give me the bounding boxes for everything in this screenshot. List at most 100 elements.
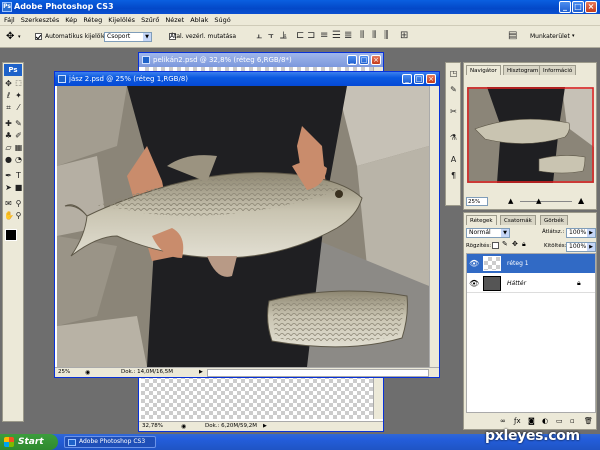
navigator-zoom-field[interactable]: 25% [466, 197, 488, 206]
menu-help[interactable]: Súgó [214, 16, 230, 24]
fill-field[interactable]: 100% ▶ [566, 242, 596, 252]
align-middle-icon[interactable]: ⫟ [268, 30, 274, 41]
zoom-out-icon[interactable]: ▲ [508, 197, 513, 205]
menu-edit[interactable]: Szerkesztés [21, 16, 59, 24]
status-menu-icon[interactable]: ◉ [85, 368, 90, 377]
horizontal-scrollbar[interactable] [207, 369, 429, 377]
shape-tool-icon[interactable]: ■ [14, 183, 23, 192]
vertical-scrollbar[interactable] [429, 86, 439, 367]
trash-icon[interactable]: 🗑︎ [584, 417, 593, 425]
zoom-level[interactable]: 32,78% [142, 422, 163, 431]
layer-name[interactable]: réteg 1 [507, 260, 529, 267]
document-window-jasz[interactable]: jász 2.psd @ 25% (réteg 1,RGB/8) _ □ × 2… [54, 71, 440, 378]
taskbar-item-photoshop[interactable]: Adobe Photoshop CS3 [64, 436, 156, 448]
zoom-in-icon[interactable]: ▲ [578, 196, 584, 205]
maximize-button[interactable]: □ [572, 1, 584, 13]
distribute-right-icon[interactable]: ⫼ [384, 30, 389, 41]
start-button[interactable]: Start [0, 434, 58, 450]
align-bottom-icon[interactable]: ⫡ [280, 30, 287, 41]
tool-preset-dropdown-icon[interactable]: ▾ [18, 34, 21, 40]
type-tool-icon[interactable]: T [14, 171, 23, 180]
hand-tool-icon[interactable]: ✋ [4, 211, 14, 220]
lasso-tool-icon[interactable]: ℓ [4, 91, 13, 100]
visibility-eye-icon[interactable]: 👁︎ [469, 259, 479, 268]
document-title-bar[interactable]: pelikán2.psd @ 32,8% (réteg 6,RGB/8*) _ … [139, 53, 383, 67]
lock-position-icon[interactable]: ✥ [512, 240, 518, 248]
menu-filter[interactable]: Szűrő [141, 16, 159, 24]
pen-tool-icon[interactable]: ✒ [4, 171, 13, 180]
status-menu-icon[interactable]: ◉ [181, 422, 186, 431]
document-title-bar[interactable]: jász 2.psd @ 25% (réteg 1,RGB/8) _ □ × [55, 72, 439, 86]
minimize-button[interactable]: _ [347, 55, 357, 65]
tab-info[interactable]: Információ [539, 65, 577, 75]
status-arrow-icon[interactable]: ▶ [199, 368, 203, 377]
auto-select-dropdown[interactable]: Csoport ▼ [104, 32, 152, 42]
workspace-chevron-icon[interactable]: ▾ [572, 33, 575, 39]
foreground-color-swatch[interactable] [5, 229, 17, 241]
opacity-field[interactable]: 100% ▶ [566, 228, 596, 238]
layer-row[interactable]: 👁︎ réteg 1 [467, 254, 595, 273]
tab-paths[interactable]: Görbék [540, 215, 568, 225]
character-panel-icon[interactable]: A [449, 155, 458, 164]
menu-view[interactable]: Nézet [165, 16, 184, 24]
slice-tool-icon[interactable]: ⁄ [14, 103, 23, 112]
visibility-eye-icon[interactable]: 👁︎ [469, 279, 479, 288]
workspace-icon[interactable]: ▤ [508, 30, 517, 41]
close-button[interactable]: × [426, 74, 436, 84]
menu-select[interactable]: Kijelölés [108, 16, 135, 24]
zoom-level[interactable]: 25% [58, 368, 70, 377]
layer-style-icon[interactable]: ƒx [514, 417, 521, 425]
new-layer-icon[interactable]: ▫ [570, 417, 575, 425]
lock-transparency-icon[interactable] [492, 242, 499, 249]
healing-brush-icon[interactable]: ✚ [4, 119, 13, 128]
gradient-tool-icon[interactable]: ▦ [14, 143, 23, 152]
magic-wand-icon[interactable]: ✦ [14, 91, 23, 100]
distribute-bottom-icon[interactable]: ≣ [344, 30, 352, 41]
move-tool-icon[interactable]: ✥ [6, 31, 14, 42]
dodge-tool-icon[interactable]: ◔ [14, 155, 23, 164]
tab-navigator[interactable]: Navigátor [466, 65, 501, 75]
brush-tool-icon[interactable]: ✎ [14, 119, 23, 128]
crop-tool-icon[interactable]: ⌗ [4, 103, 13, 112]
menu-image[interactable]: Kép [65, 16, 77, 24]
tab-channels[interactable]: Csatornák [500, 215, 536, 225]
notes-tool-icon[interactable]: ✉ [4, 199, 13, 208]
new-group-icon[interactable]: ▭ [556, 417, 563, 425]
close-button[interactable]: × [585, 1, 597, 13]
align-center-icon[interactable]: ⊐ [307, 30, 315, 41]
brushes-panel-icon[interactable]: ✎ [449, 85, 458, 94]
status-arrow-icon[interactable]: ▶ [263, 422, 267, 431]
zoom-tool-icon[interactable]: ⚲ [14, 211, 23, 220]
maximize-button[interactable]: □ [414, 74, 424, 84]
zoom-slider-thumb-icon[interactable]: ▲ [536, 197, 541, 205]
lock-pixels-icon[interactable]: ✎ [502, 240, 508, 248]
canvas-photo[interactable] [57, 86, 429, 367]
minimize-button[interactable]: _ [559, 1, 571, 13]
layer-mask-icon[interactable]: ◙ [528, 417, 535, 425]
eraser-tool-icon[interactable]: ▱ [4, 143, 13, 152]
distribute-top-icon[interactable]: ≡ [320, 30, 328, 41]
navigator-thumbnail[interactable] [467, 87, 594, 183]
auto-align-icon[interactable]: ⊞ [400, 30, 408, 41]
distribute-left-icon[interactable]: ⫴ [360, 30, 364, 41]
layer-row[interactable]: 👁︎ Háttér 🔒︎ [467, 274, 595, 293]
adjustment-layer-icon[interactable]: ◐ [542, 417, 548, 425]
menu-file[interactable]: Fájl [4, 16, 15, 24]
blend-mode-dropdown[interactable]: Normál ▼ [466, 228, 510, 238]
align-top-icon[interactable]: ⫠ [256, 30, 262, 41]
menu-window[interactable]: Ablak [190, 16, 208, 24]
lock-all-icon[interactable]: 🔒︎ [522, 240, 526, 249]
zoom-slider[interactable] [520, 201, 572, 202]
tab-layers[interactable]: Rétegek [466, 215, 497, 225]
maximize-button[interactable]: □ [359, 55, 369, 65]
path-selection-icon[interactable]: ➤ [4, 183, 13, 192]
paragraph-panel-icon[interactable]: ¶ [449, 171, 458, 180]
minimize-button[interactable]: _ [402, 74, 412, 84]
align-left-icon[interactable]: ⊏ [296, 30, 304, 41]
actions-panel-icon[interactable]: ⚗ [449, 133, 458, 142]
close-button[interactable]: × [371, 55, 381, 65]
layer-name[interactable]: Háttér [507, 280, 526, 287]
history-brush-icon[interactable]: ✐ [14, 131, 23, 140]
move-tool-icon[interactable]: ✥ [4, 79, 13, 88]
tab-histogram[interactable]: Hisztogram [503, 65, 543, 75]
